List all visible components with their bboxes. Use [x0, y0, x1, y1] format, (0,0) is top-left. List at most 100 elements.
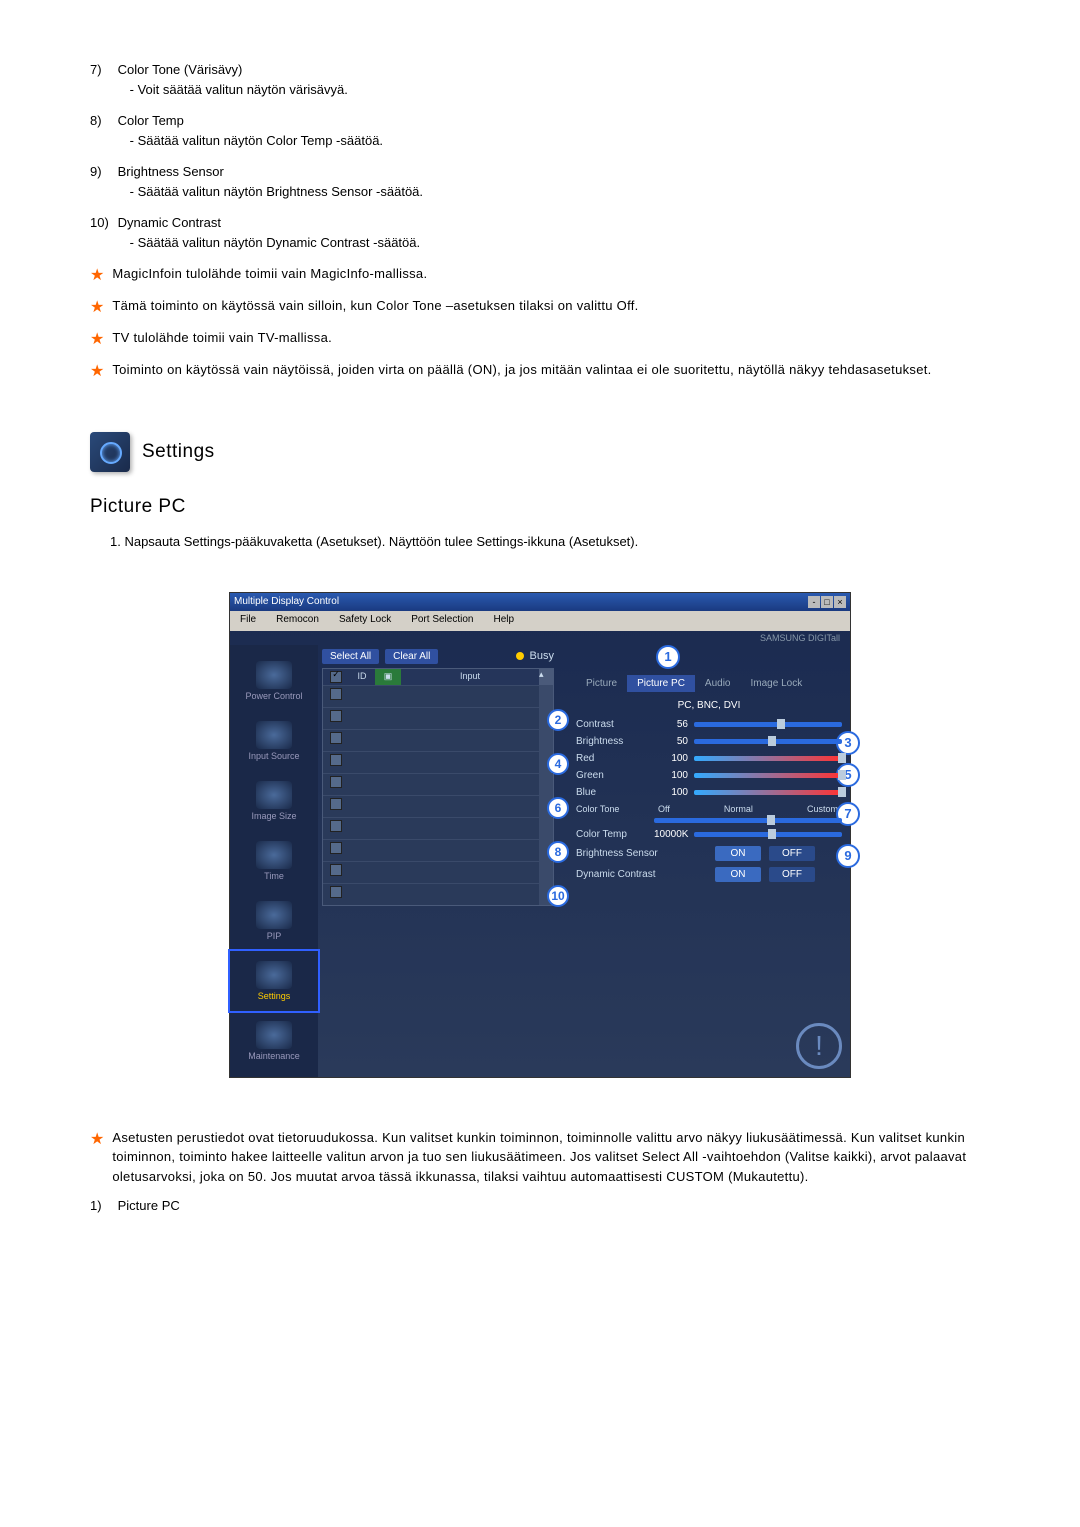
slider[interactable] [694, 790, 842, 795]
item-content: Dynamic Contrast - Säätää valitun näytön… [118, 213, 968, 252]
off-button[interactable]: OFF [769, 867, 815, 882]
callout-badge: 1 [656, 645, 680, 669]
settings-title: Settings [142, 441, 215, 463]
table-row[interactable] [323, 729, 553, 751]
note-text: Asetusten perustiedot ovat tietoruudukos… [112, 1128, 990, 1187]
slider-thumb-icon[interactable] [838, 770, 846, 780]
sidebar-item-input[interactable]: Input Source [230, 711, 318, 771]
table-row[interactable]: 8 [323, 839, 553, 861]
table-row[interactable]: 2 [323, 707, 553, 729]
note-text: Tämä toiminto on käytössä vain silloin, … [112, 296, 990, 320]
scrollbar-up-icon[interactable]: ▴ [539, 669, 553, 685]
menu-item[interactable]: Remocon [266, 611, 329, 631]
tab-image-lock[interactable]: Image Lock [741, 675, 813, 692]
sidebar-item-maintenance[interactable]: Maintenance [230, 1011, 318, 1071]
onoff-group: ON OFF [688, 846, 842, 861]
app-body: Power Control Input Source Image Size Ti… [230, 645, 850, 1077]
slider[interactable] [654, 818, 842, 823]
checkbox-icon[interactable] [330, 732, 342, 744]
slider-thumb-icon[interactable] [838, 753, 846, 763]
table-row[interactable] [323, 773, 553, 795]
table-row[interactable]: 6 [323, 795, 553, 817]
item-number: 10) [90, 213, 114, 233]
slider[interactable] [694, 739, 842, 744]
settings-icon [90, 432, 130, 472]
menu-item[interactable]: Safety Lock [329, 611, 401, 631]
checkbox-icon[interactable] [330, 864, 342, 876]
slider-thumb-icon[interactable] [768, 829, 776, 839]
slider-row-blue: Blue 100 [576, 787, 842, 798]
busy-icon [516, 652, 524, 660]
tone-opt[interactable]: Off [658, 804, 670, 814]
table-row[interactable] [323, 817, 553, 839]
maximize-icon[interactable]: □ [821, 596, 833, 608]
table-row[interactable] [323, 685, 553, 707]
row-label: Color Temp [576, 829, 654, 840]
table-row[interactable]: 4 [323, 751, 553, 773]
slider[interactable] [694, 722, 842, 727]
col-id: ID [349, 669, 375, 685]
slider[interactable] [694, 773, 842, 778]
on-button[interactable]: ON [715, 846, 761, 861]
power-icon [256, 661, 292, 689]
col-input: Input [401, 669, 539, 685]
item-title: Picture PC [118, 1196, 968, 1216]
sidebar-item-settings[interactable]: Settings [228, 949, 320, 1013]
slider-thumb-icon[interactable] [768, 736, 776, 746]
sidebar-label: Time [264, 871, 284, 881]
menu-item[interactable]: File [230, 611, 266, 631]
tone-opt[interactable]: Custom [807, 804, 838, 814]
menu-item[interactable]: Help [483, 611, 524, 631]
checkbox-icon[interactable] [330, 710, 342, 722]
window-buttons[interactable]: -□× [807, 596, 846, 608]
tab-picture[interactable]: Picture [576, 675, 627, 692]
tab-picture-pc[interactable]: Picture PC [627, 675, 695, 692]
slider-thumb-icon[interactable] [767, 815, 775, 825]
clear-all-button[interactable]: Clear All [385, 649, 438, 664]
checkbox-icon[interactable] [330, 754, 342, 766]
tab-audio[interactable]: Audio [695, 675, 741, 692]
table-row[interactable] [323, 861, 553, 883]
item-number: 1) [90, 1196, 114, 1216]
item-title: Color Temp [118, 113, 184, 128]
sidebar-item-time[interactable]: Time [230, 831, 318, 891]
star-icon: ★ [90, 328, 104, 352]
slider[interactable] [694, 756, 842, 761]
sidebar-item-power[interactable]: Power Control [230, 651, 318, 711]
feature-list: 7) Color Tone (Värisävy) - Voit säätää v… [90, 60, 990, 252]
table-row[interactable]: 10 [323, 883, 553, 905]
sidebar-item-pip[interactable]: PIP [230, 891, 318, 951]
checkbox-icon[interactable] [330, 688, 342, 700]
row-label: Brightness Sensor [576, 848, 688, 859]
slider-thumb-icon[interactable] [838, 787, 846, 797]
note: ★ TV tulolähde toimii vain TV-mallissa. [90, 328, 990, 352]
minimize-icon[interactable]: - [808, 596, 820, 608]
sidebar: Power Control Input Source Image Size Ti… [230, 645, 318, 1077]
checkbox-icon[interactable] [330, 798, 342, 810]
slider-label: Red [576, 753, 654, 764]
select-all-button[interactable]: Select All [322, 649, 379, 664]
col-status: ▣ [375, 669, 401, 685]
close-icon[interactable]: × [834, 596, 846, 608]
app-window: Multiple Display Control -□× File Remoco… [229, 592, 851, 1078]
sidebar-item-imagesize[interactable]: Image Size [230, 771, 318, 831]
item-content: Color Tone (Värisävy) - Voit säätää vali… [118, 60, 968, 99]
off-button[interactable]: OFF [769, 846, 815, 861]
color-temp-row: Color Temp 10000K [576, 829, 842, 840]
on-button[interactable]: ON [715, 867, 761, 882]
checkbox-icon[interactable] [330, 842, 342, 854]
item-content: Brightness Sensor - Säätää valitun näytö… [118, 162, 968, 201]
tone-opt[interactable]: Normal [724, 804, 753, 814]
menu-item[interactable]: Port Selection [401, 611, 483, 631]
section-title: Picture PC [90, 496, 990, 518]
mid-panel: Select All Clear All Busy ID ▣ Input ▴ 2… [318, 645, 558, 1077]
checkbox-icon[interactable] [330, 886, 342, 898]
checkbox-icon[interactable] [330, 820, 342, 832]
checkbox-icon[interactable] [330, 671, 342, 683]
checkbox-icon[interactable] [330, 776, 342, 788]
note: ★ Tämä toiminto on käytössä vain silloin… [90, 296, 990, 320]
slider-thumb-icon[interactable] [777, 719, 785, 729]
bottom-list-item: 1) Picture PC [90, 1196, 990, 1216]
sidebar-label: Image Size [251, 811, 296, 821]
slider[interactable] [694, 832, 842, 837]
